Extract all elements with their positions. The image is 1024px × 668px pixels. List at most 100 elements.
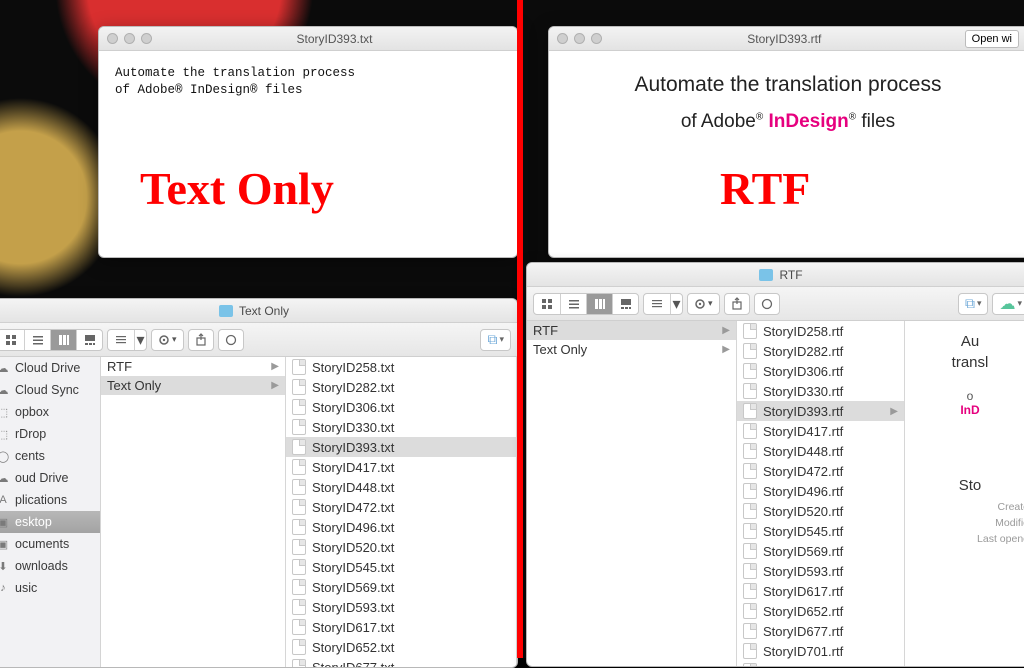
arrange-icon[interactable] bbox=[644, 293, 670, 315]
sidebar-item[interactable]: ▣ocuments bbox=[0, 533, 100, 555]
gallery-view-icon[interactable] bbox=[612, 293, 638, 315]
file-item[interactable]: StoryID282.rtf▶ bbox=[737, 341, 904, 361]
chevron-down-icon[interactable]: ▾ bbox=[670, 293, 682, 315]
sidebar-item[interactable]: Aplications bbox=[0, 489, 100, 511]
file-item[interactable]: StoryID393.rtf▶ bbox=[737, 401, 904, 421]
file-item[interactable]: StoryID496.txt bbox=[286, 517, 516, 537]
sidebar-item[interactable]: ♪usic bbox=[0, 577, 100, 599]
file-item[interactable]: StoryID448.rtf▶ bbox=[737, 441, 904, 461]
finder-titlebar[interactable]: Text Only bbox=[0, 299, 517, 323]
gear-icon bbox=[694, 298, 706, 310]
action-menu[interactable]: ▾ bbox=[687, 293, 720, 315]
list-view-icon[interactable] bbox=[24, 329, 50, 351]
sidebar-item[interactable]: ☁oud Drive bbox=[0, 467, 100, 489]
rtf-body[interactable]: Automate the translation process of Adob… bbox=[549, 51, 1024, 155]
file-item[interactable]: StoryID417.rtf▶ bbox=[737, 421, 904, 441]
sidebar-item-label: ownloads bbox=[15, 559, 68, 573]
file-item[interactable]: StoryID617.rtf▶ bbox=[737, 581, 904, 601]
minimize-icon[interactable] bbox=[124, 33, 135, 44]
file-name: StoryID652.txt bbox=[312, 640, 394, 655]
gallery-view-icon[interactable] bbox=[76, 329, 102, 351]
finder-columns: ☁Cloud Drive☁Cloud Sync⬚opbox⬚rDrop◯cent… bbox=[0, 357, 517, 667]
tags-button[interactable] bbox=[754, 293, 780, 315]
minimize-icon[interactable] bbox=[574, 33, 585, 44]
file-item[interactable]: StoryID520.rtf▶ bbox=[737, 501, 904, 521]
file-item[interactable]: StoryID472.rtf▶ bbox=[737, 461, 904, 481]
file-item[interactable]: StoryID652.rtf▶ bbox=[737, 601, 904, 621]
file-icon bbox=[743, 483, 757, 499]
file-item[interactable]: StoryID306.rtf▶ bbox=[737, 361, 904, 381]
file-item[interactable]: StoryID472.txt bbox=[286, 497, 516, 517]
file-item[interactable]: StoryID417.txt bbox=[286, 457, 516, 477]
file-item[interactable]: StoryID677.txt bbox=[286, 657, 516, 667]
view-mode-segment[interactable] bbox=[533, 293, 639, 315]
folder-item[interactable]: RTF▶ bbox=[101, 357, 285, 376]
close-icon[interactable] bbox=[557, 33, 568, 44]
zoom-icon[interactable] bbox=[591, 33, 602, 44]
file-item[interactable]: StoryID701.rtf▶ bbox=[737, 641, 904, 661]
chevron-down-icon[interactable]: ▾ bbox=[134, 329, 146, 351]
zoom-icon[interactable] bbox=[141, 33, 152, 44]
arrange-segment[interactable]: ▾ bbox=[643, 293, 683, 315]
arrange-segment[interactable]: ▾ bbox=[107, 329, 147, 351]
file-item[interactable]: StoryID520.txt bbox=[286, 537, 516, 557]
sidebar-item[interactable]: ◯cents bbox=[0, 445, 100, 467]
file-item[interactable]: StoryID393.txt bbox=[286, 437, 516, 457]
file-item[interactable]: StoryID545.rtf▶ bbox=[737, 521, 904, 541]
file-name: StoryID520.txt bbox=[312, 540, 394, 555]
view-mode-segment[interactable] bbox=[0, 329, 103, 351]
file-icon bbox=[743, 543, 757, 559]
registered-mark: ® bbox=[849, 112, 856, 123]
icon-view-icon[interactable] bbox=[534, 293, 560, 315]
sidebar-item[interactable]: ⬚opbox bbox=[0, 401, 100, 423]
file-item[interactable]: StoryID569.rtf▶ bbox=[737, 541, 904, 561]
text-body[interactable]: Automate the translation process of Adob… bbox=[99, 51, 517, 113]
file-item[interactable]: StoryID593.txt bbox=[286, 597, 516, 617]
file-item[interactable]: StoryID496.rtf▶ bbox=[737, 481, 904, 501]
sidebar-item[interactable]: ☁Cloud Sync bbox=[0, 379, 100, 401]
folder-item[interactable]: Text Only▶ bbox=[527, 340, 736, 359]
list-view-icon[interactable] bbox=[560, 293, 586, 315]
sidebar-item-label: Cloud Drive bbox=[15, 361, 80, 375]
file-item[interactable]: StoryID330.txt bbox=[286, 417, 516, 437]
sidebar-item[interactable]: ⬇ownloads bbox=[0, 555, 100, 577]
file-item[interactable]: StoryID569.txt bbox=[286, 577, 516, 597]
file-item[interactable]: StoryID448.txt bbox=[286, 477, 516, 497]
file-name: StoryID306.rtf bbox=[763, 364, 843, 379]
share-button[interactable] bbox=[724, 293, 750, 315]
icon-view-icon[interactable] bbox=[0, 329, 24, 351]
folder-item[interactable]: Text Only▶ bbox=[101, 376, 285, 395]
sidebar-item[interactable]: ▣esktop bbox=[0, 511, 100, 533]
titlebar[interactable]: StoryID393.rtf Open wi bbox=[549, 27, 1024, 51]
titlebar[interactable]: StoryID393.txt bbox=[99, 27, 517, 51]
file-item[interactable]: StoryID330.rtf▶ bbox=[737, 381, 904, 401]
cloud-icon: ☁ bbox=[999, 294, 1015, 314]
folder-item[interactable]: RTF▶ bbox=[527, 321, 736, 340]
tags-button[interactable] bbox=[218, 329, 244, 351]
file-item[interactable]: StoryID282.txt bbox=[286, 377, 516, 397]
column-view-icon[interactable] bbox=[50, 329, 76, 351]
close-icon[interactable] bbox=[107, 33, 118, 44]
file-item[interactable]: StoryID652.txt bbox=[286, 637, 516, 657]
action-menu[interactable]: ▾ bbox=[151, 329, 184, 351]
share-button[interactable] bbox=[188, 329, 214, 351]
arrange-icon[interactable] bbox=[108, 329, 134, 351]
cloud-button[interactable]: ☁▾ bbox=[992, 293, 1024, 315]
sidebar-item[interactable]: ⬚rDrop bbox=[0, 423, 100, 445]
dropbox-button[interactable]: ⧉▾ bbox=[958, 293, 989, 315]
dropbox-button[interactable]: ⧉▾ bbox=[480, 329, 511, 351]
sidebar-item[interactable]: ☁Cloud Drive bbox=[0, 357, 100, 379]
open-with-button[interactable]: Open wi bbox=[965, 30, 1019, 48]
file-item[interactable]: StoryID617.txt bbox=[286, 617, 516, 637]
file-item[interactable]: StoryID306.txt bbox=[286, 397, 516, 417]
file-item[interactable]: StoryID258.rtf▶ bbox=[737, 321, 904, 341]
finder-titlebar[interactable]: RTF bbox=[527, 263, 1024, 287]
file-item[interactable]: StoryID677.rtf▶ bbox=[737, 621, 904, 641]
sidebar-item-icon: ▣ bbox=[0, 516, 11, 529]
column-view-icon[interactable] bbox=[586, 293, 612, 315]
folder-name: Text Only bbox=[533, 342, 587, 357]
file-item[interactable]: StoryID258.txt bbox=[286, 357, 516, 377]
file-item[interactable]: StoryID545.txt bbox=[286, 557, 516, 577]
file-item[interactable]: StoryID725.rtf▶ bbox=[737, 661, 904, 666]
file-item[interactable]: StoryID593.rtf▶ bbox=[737, 561, 904, 581]
